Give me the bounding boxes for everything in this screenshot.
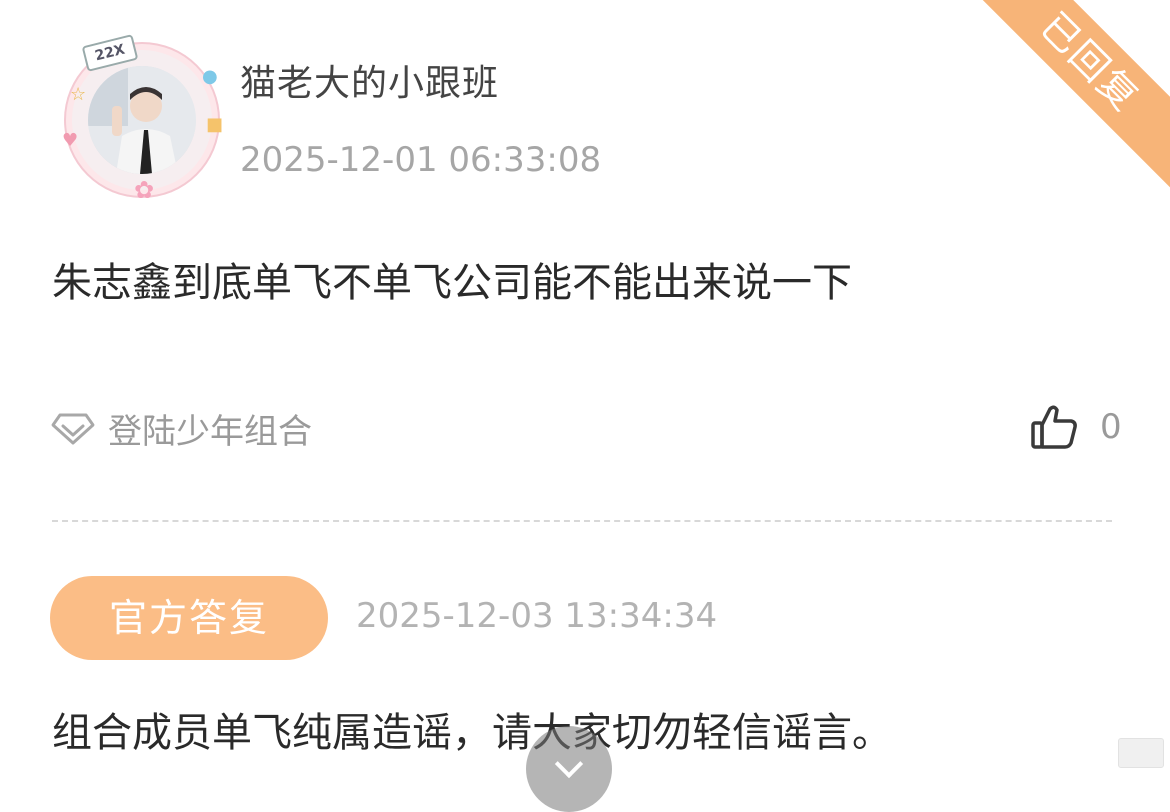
bow-icon: ✿ — [134, 176, 155, 204]
like-button[interactable]: 0 — [1030, 404, 1122, 450]
star-icon: ☆ — [70, 84, 87, 105]
official-reply-badge: 官方答复 — [50, 576, 328, 660]
replied-badge: 已回复 — [961, 0, 1170, 191]
question-text: 朱志鑫到底单飞不单飞公司能不能出来说一下 — [52, 260, 852, 306]
topic-tag[interactable]: 登陆少年组合 — [50, 404, 312, 453]
post-timestamp: 2025-12-01 06:33:08 — [240, 140, 602, 180]
avatar-photo — [88, 66, 196, 174]
heart-icon: ♥ — [62, 130, 79, 151]
balloon-icon: ● — [202, 66, 218, 87]
watermark-logo — [1118, 738, 1164, 768]
gift-icon: ■ — [206, 114, 224, 135]
username[interactable]: 猫老大的小跟班 — [240, 54, 499, 106]
scroll-up-button[interactable] — [526, 726, 612, 812]
person-photo-icon — [88, 66, 196, 174]
reply-text: 组合成员单飞纯属造谣，请大家切勿轻信谣言。 — [52, 710, 892, 756]
divider — [52, 520, 1112, 522]
like-count: 0 — [1100, 407, 1122, 447]
reply-timestamp: 2025-12-03 13:34:34 — [356, 596, 718, 636]
topic-label: 登陆少年组合 — [108, 412, 312, 452]
avatar[interactable]: 22X ☆ ● ■ ♥ ✿ — [52, 28, 232, 208]
diamond-icon — [51, 413, 95, 444]
thumbs-up-icon — [1031, 405, 1077, 449]
